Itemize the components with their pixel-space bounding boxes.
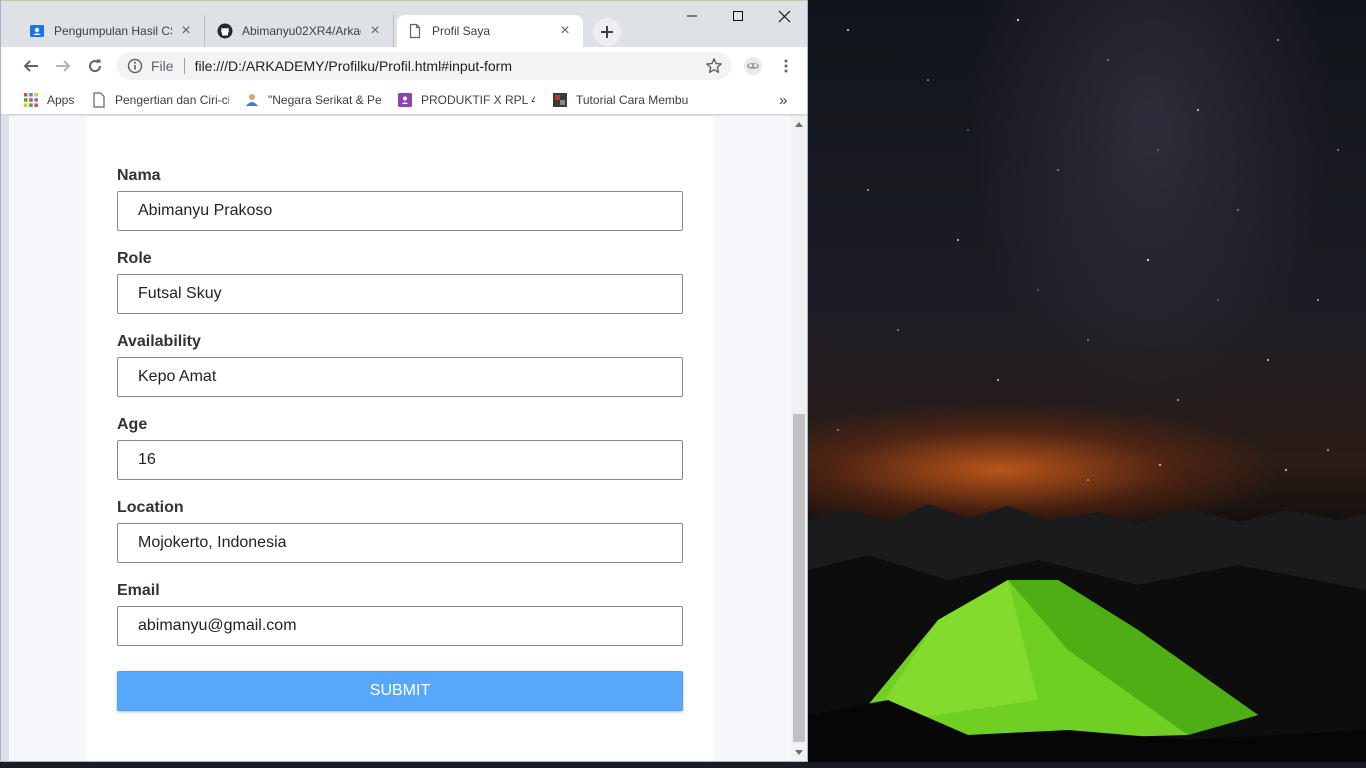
bookmark-label: Tutorial Cara Membu xyxy=(576,93,689,107)
back-button[interactable] xyxy=(19,54,43,78)
github-icon xyxy=(217,23,233,39)
profile-form-card: Nama Abimanyu Prakoso Role Futsal Skuy A… xyxy=(87,116,713,761)
bookmark-tutorial[interactable]: Tutorial Cara Membu xyxy=(552,90,690,110)
address-url[interactable]: file:///D:/ARKADEMY/Profilku/Profil.html… xyxy=(195,58,512,74)
page-viewport: Nama Abimanyu Prakoso Role Futsal Skuy A… xyxy=(9,116,791,761)
tab-title: Abimanyu02XR4/Arkademy xyxy=(242,24,361,38)
age-label: Age xyxy=(117,416,148,433)
bookmark-produktif[interactable]: PRODUKTIF X RPL 4 - xyxy=(397,90,535,110)
age-input[interactable]: 16 xyxy=(117,440,683,480)
scrollbar-thumb[interactable] xyxy=(793,414,805,742)
taskbar xyxy=(0,762,1366,768)
bookmarks-bar: Apps Pengertian dan Ciri-ciri "Negara Se… xyxy=(1,85,807,115)
menu-button[interactable] xyxy=(774,54,798,78)
reload-button[interactable] xyxy=(83,54,107,78)
bookmark-label: "Negara Serikat & Pe xyxy=(268,93,382,107)
forward-button[interactable] xyxy=(51,54,75,78)
reload-icon xyxy=(89,59,102,73)
bookmark-pengertian[interactable]: Pengertian dan Ciri-ciri xyxy=(91,90,229,110)
bookmark-negara-serikat[interactable]: "Negara Serikat & Pe xyxy=(244,90,382,110)
new-tab-button[interactable] xyxy=(593,18,621,46)
extension-button[interactable] xyxy=(741,54,765,78)
close-icon[interactable]: × xyxy=(557,23,573,39)
maximize-button[interactable] xyxy=(715,1,761,31)
location-input[interactable]: Mojokerto, Indonesia xyxy=(117,523,683,563)
info-icon[interactable] xyxy=(127,58,143,74)
scroll-down-arrow-icon[interactable] xyxy=(791,745,807,761)
close-icon[interactable]: × xyxy=(367,23,383,39)
vertical-scrollbar[interactable] xyxy=(791,116,807,761)
address-divider xyxy=(183,58,185,74)
email-label: Email xyxy=(117,582,160,599)
plus-icon xyxy=(601,26,613,38)
contacts-icon xyxy=(29,23,45,39)
apps-grid-icon xyxy=(23,92,39,108)
starry-sky xyxy=(837,18,1339,481)
star-icon[interactable] xyxy=(705,57,723,75)
tutorial-icon xyxy=(552,92,568,108)
bookmark-apps[interactable]: Apps xyxy=(23,90,83,110)
browser-window: Pengumpulan Hasil CSS × Abimanyu02XR4/Ar… xyxy=(0,0,808,762)
availability-label: Availability xyxy=(117,333,201,350)
more-bookmarks-button[interactable]: » xyxy=(779,90,793,110)
classroom-icon xyxy=(397,92,413,108)
nama-label: Nama xyxy=(117,167,161,184)
tab-github[interactable]: Abimanyu02XR4/Arkademy × xyxy=(207,15,394,47)
bookmark-label: Apps xyxy=(47,93,75,107)
browser-toolbar: File file:///D:/ARKADEMY/Profilku/Profil… xyxy=(1,47,807,85)
tab-profil-saya[interactable]: Profil Saya × xyxy=(397,15,583,47)
submit-button[interactable]: SUBMIT xyxy=(117,671,683,711)
tab-title: Profil Saya xyxy=(432,24,491,38)
close-icon xyxy=(778,10,790,22)
tab-pengumpulan[interactable]: Pengumpulan Hasil CSS × xyxy=(19,15,205,47)
image-icon xyxy=(244,92,260,108)
nama-input[interactable]: Abimanyu Prakoso xyxy=(117,191,683,231)
arrow-left-icon xyxy=(23,60,38,72)
scroll-up-arrow-icon[interactable] xyxy=(791,116,807,132)
arrow-right-icon xyxy=(56,60,71,72)
tab-title: Pengumpulan Hasil CSS xyxy=(54,24,172,38)
page-icon xyxy=(407,23,423,39)
close-window-button[interactable] xyxy=(761,1,807,31)
close-icon[interactable]: × xyxy=(178,23,194,39)
bookmark-label: PRODUKTIF X RPL 4 - xyxy=(421,93,535,107)
role-label: Role xyxy=(117,250,152,267)
address-scheme: File xyxy=(151,58,174,74)
minimize-icon xyxy=(687,15,697,17)
role-input[interactable]: Futsal Skuy xyxy=(117,274,683,314)
minimize-button[interactable] xyxy=(669,1,715,31)
maximize-icon xyxy=(733,11,743,21)
tab-strip: Pengumpulan Hasil CSS × Abimanyu02XR4/Ar… xyxy=(1,1,807,47)
mountains-and-tent xyxy=(808,504,1366,768)
more-vertical-icon xyxy=(784,59,788,73)
address-bar[interactable]: File file:///D:/ARKADEMY/Profilku/Profil… xyxy=(117,52,731,80)
bookmark-label: Pengertian dan Ciri-ciri xyxy=(115,93,229,107)
extension-icon xyxy=(744,57,762,75)
email-input[interactable]: abimanyu@gmail.com xyxy=(117,606,683,646)
page-icon xyxy=(91,92,107,108)
location-label: Location xyxy=(117,499,184,516)
availability-input[interactable]: Kepo Amat xyxy=(117,357,683,397)
